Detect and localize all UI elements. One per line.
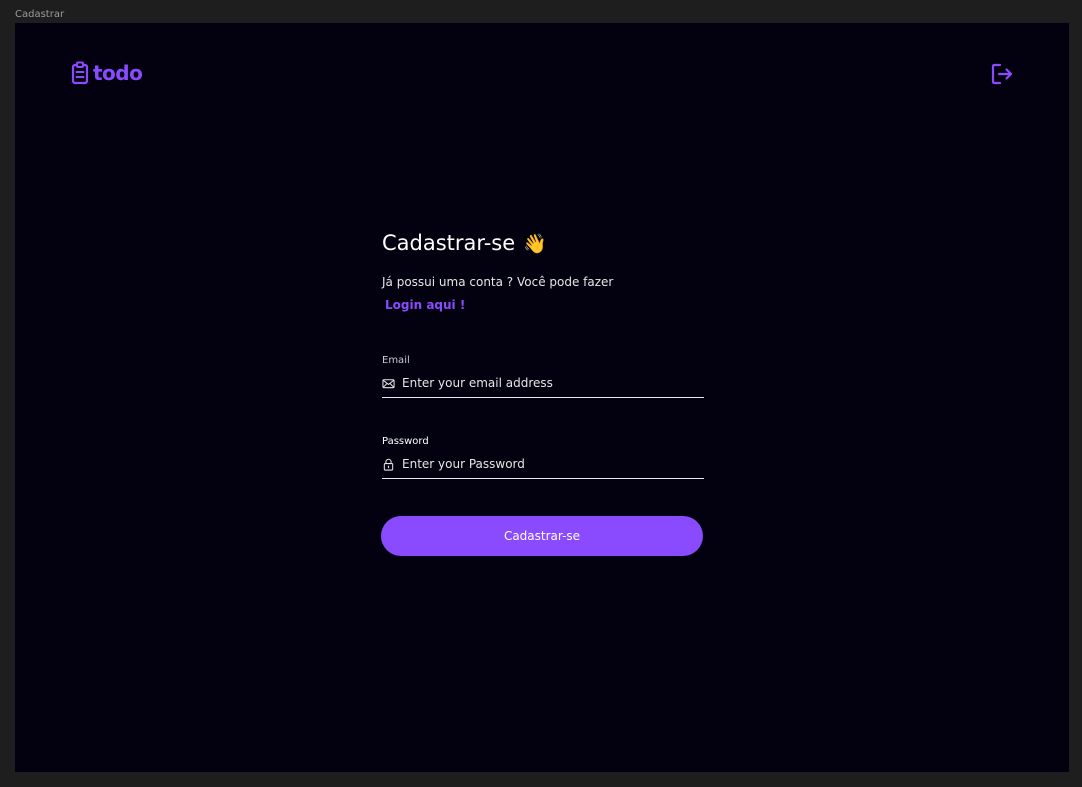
email-field-group: Email (382, 355, 704, 398)
waving-hand-icon: 👋 (523, 232, 547, 255)
password-input[interactable] (402, 457, 704, 471)
signup-form: Cadastrar-se 👋 Já possui uma conta ? Voc… (381, 231, 704, 556)
logo-text: todo (93, 61, 143, 85)
page-title: Cadastrar-se 👋 (382, 231, 704, 255)
email-label: Email (382, 355, 410, 366)
lock-icon (383, 458, 394, 471)
password-label: Password (382, 436, 429, 447)
signup-page: todo Cadastrar-se 👋 Já possui uma conta … (15, 23, 1069, 772)
password-field-group: Password (382, 436, 704, 479)
email-input-row (382, 376, 704, 398)
signup-button[interactable]: Cadastrar-se (381, 516, 703, 556)
login-link[interactable]: Login aqui ! (385, 298, 465, 312)
email-input[interactable] (402, 376, 704, 390)
page-title-text: Cadastrar-se (382, 231, 516, 255)
password-input-row (382, 457, 704, 479)
app-logo[interactable]: todo (71, 61, 143, 85)
frame-label: Cadastrar (15, 9, 65, 20)
mail-icon (382, 378, 395, 388)
login-prompt: Já possui uma conta ? Você pode fazer (382, 275, 614, 289)
logout-icon[interactable] (990, 62, 1014, 86)
clipboard-icon (71, 61, 89, 85)
